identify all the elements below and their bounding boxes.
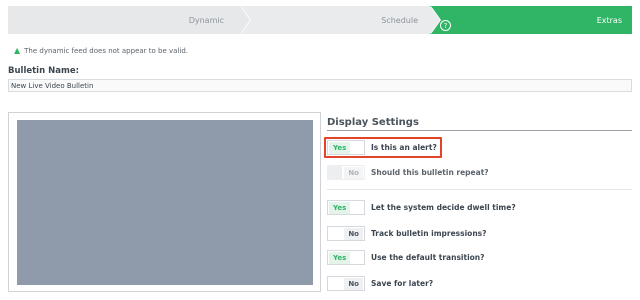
impressions-toggle[interactable]: No <box>327 226 365 241</box>
video-preview <box>17 120 313 285</box>
setting-row-dwell: Yes Let the system decide dwell time? <box>327 200 516 215</box>
setting-row-repeat: No Should this bulletin repeat? <box>327 165 489 180</box>
warning-triangle-icon: ▲ <box>14 46 21 55</box>
toggle-state: No <box>344 277 363 290</box>
step-extras-label: Extras <box>596 15 622 25</box>
toggle-state: Yes <box>329 201 351 214</box>
bulletin-name-label: Bulletin Name: <box>8 66 79 76</box>
toggle-state: No <box>344 227 363 240</box>
repeat-toggle[interactable]: No <box>327 165 365 180</box>
bulletin-name-value: New Live Video Bulletin <box>11 81 94 90</box>
setting-row-transition: Yes Use the default transition? <box>327 250 484 265</box>
help-icon[interactable]: ? <box>440 20 451 31</box>
save-later-toggle[interactable]: No <box>327 276 365 291</box>
step-separator <box>240 6 250 34</box>
setting-label: Use the default transition? <box>371 253 485 262</box>
setting-row-impressions: No Track bulletin impressions? <box>327 226 487 241</box>
warning-text: The dynamic feed does not appear to be v… <box>24 46 188 55</box>
step-schedule-label: Schedule <box>381 15 418 25</box>
setting-label: Let the system decide dwell time? <box>371 203 516 212</box>
bulletin-name-input[interactable]: New Live Video Bulletin <box>8 79 632 92</box>
setting-label: Should this bulletin repeat? <box>371 168 489 177</box>
step-extras[interactable]: Extras <box>430 6 632 34</box>
feed-warning: ▲ The dynamic feed does not appear to be… <box>14 46 188 55</box>
settings-group-divider <box>327 189 632 190</box>
display-settings-title: Display Settings <box>327 117 419 128</box>
toggle-knob <box>328 166 342 179</box>
step-dynamic-label: Dynamic <box>188 15 224 25</box>
settings-divider <box>327 130 632 131</box>
step-dynamic[interactable]: Dynamic <box>8 6 240 34</box>
setting-row-save-later: No Save for later? <box>327 276 433 291</box>
setting-label: Save for later? <box>371 279 434 288</box>
toggle-state: Yes <box>329 251 351 264</box>
transition-toggle[interactable]: Yes <box>327 250 365 265</box>
step-separator <box>430 6 440 34</box>
toggle-state: No <box>344 166 363 179</box>
annotation-highlight-box <box>324 137 442 158</box>
wizard-steps: Dynamic Schedule Extras ? <box>8 6 632 34</box>
dwell-time-toggle[interactable]: Yes <box>327 200 365 215</box>
step-schedule[interactable]: Schedule <box>240 6 430 34</box>
setting-label: Track bulletin impressions? <box>371 229 487 238</box>
help-glyph: ? <box>443 21 448 30</box>
